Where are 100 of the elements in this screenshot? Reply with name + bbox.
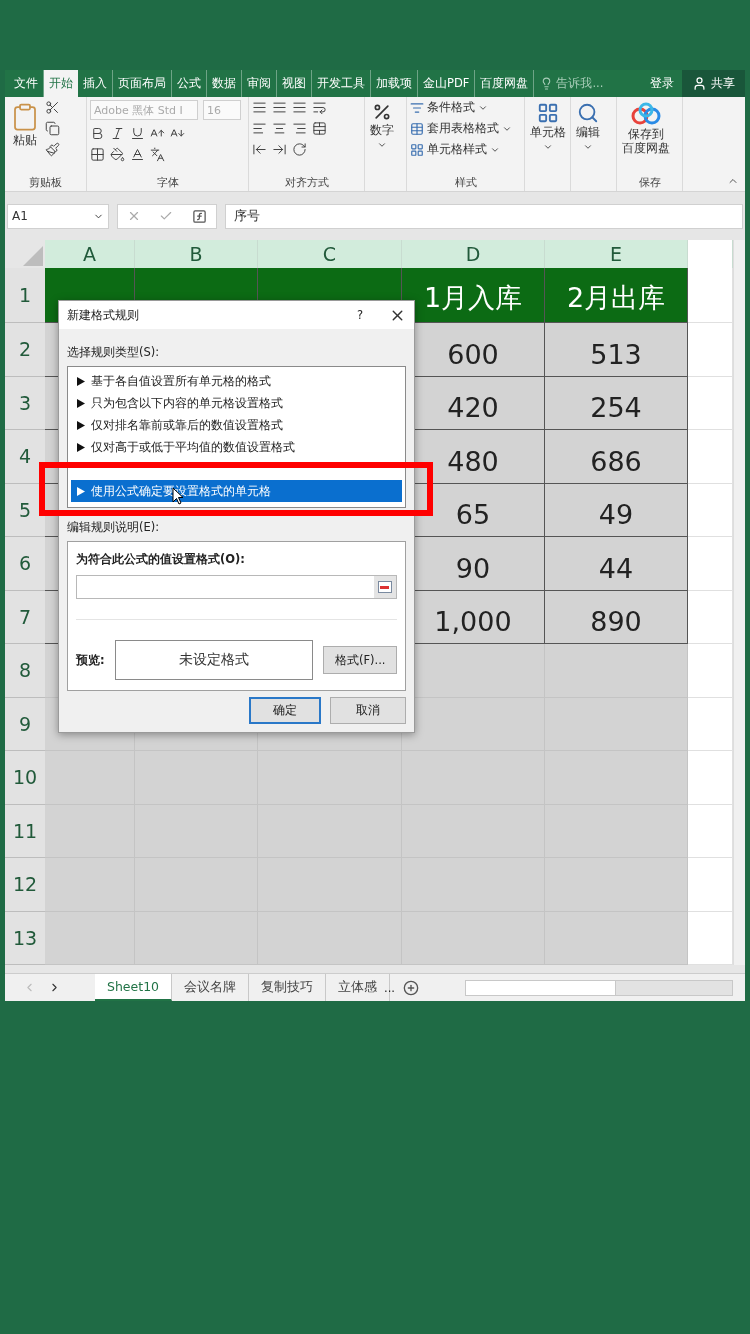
italic-icon[interactable]: [110, 126, 125, 141]
table-cell: [688, 911, 733, 965]
align-left-icon[interactable]: [252, 121, 267, 136]
align-bottom-icon[interactable]: [292, 100, 307, 115]
share-button[interactable]: 共享: [682, 70, 745, 97]
filter-icon: [410, 100, 424, 115]
row-header[interactable]: 2: [5, 323, 45, 377]
row-header[interactable]: 4: [5, 430, 45, 484]
table-cell: 49: [545, 483, 688, 537]
format-button[interactable]: 格式(F)...: [323, 646, 397, 674]
name-box[interactable]: A1: [7, 203, 109, 229]
row-header[interactable]: 6: [5, 537, 45, 591]
sign-in-link[interactable]: 登录: [642, 70, 682, 97]
insert-function-icon[interactable]: [191, 208, 207, 224]
triangle-icon: [77, 420, 85, 430]
style-menu-button[interactable]: 套用表格格式: [410, 121, 512, 136]
wrap-text-icon[interactable]: [312, 100, 327, 115]
align-top-icon[interactable]: [252, 100, 267, 115]
underline-icon[interactable]: [130, 126, 145, 141]
decrease-indent-icon[interactable]: [252, 142, 267, 157]
copy-icon[interactable]: [45, 121, 60, 136]
group-label: 样式: [453, 175, 478, 191]
table-cell: [688, 376, 733, 430]
select-all-icon: [23, 246, 43, 266]
column-header[interactable]: C: [258, 240, 402, 268]
tell-me-search[interactable]: 告诉我...: [534, 70, 610, 97]
sheet-tab[interactable]: Sheet10: [95, 974, 173, 1001]
table-cell: [688, 483, 733, 537]
rule-type-item[interactable]: 仅对排名靠前或靠后的数值设置格式: [71, 414, 402, 437]
font-color-icon[interactable]: [130, 147, 145, 162]
range-picker-icon: [378, 581, 392, 593]
style-menu-button[interactable]: 单元格样式: [410, 142, 512, 157]
table-cell: 2月出库: [545, 268, 688, 323]
column-header[interactable]: D: [402, 240, 545, 268]
table-cell: 686: [545, 430, 688, 484]
style-menu-button[interactable]: 条件格式: [410, 100, 512, 115]
row-header[interactable]: 1: [5, 268, 45, 323]
paste-button[interactable]: 粘贴: [8, 100, 42, 150]
table-cell: [688, 430, 733, 484]
table-cell: [688, 590, 733, 644]
rule-type-item[interactable]: 基于各自值设置所有单元格的格式: [71, 370, 402, 393]
group-label: 剪贴板: [28, 175, 63, 191]
column-header[interactable]: B: [135, 240, 258, 268]
phonetic-icon[interactable]: [150, 147, 165, 162]
fill-color-icon[interactable]: [110, 147, 125, 162]
rule-type-item[interactable]: 只为包含以下内容的单元格设置格式: [71, 392, 402, 415]
preview-label: 预览:: [76, 652, 105, 668]
increase-indent-icon[interactable]: [272, 142, 287, 157]
row-header[interactable]: 9: [5, 697, 45, 751]
sheet-tab[interactable]: 复制技巧: [249, 974, 327, 1001]
row-header[interactable]: 8: [5, 644, 45, 698]
row-header[interactable]: 3: [5, 376, 45, 430]
table-cell: [688, 751, 733, 805]
group-label: 字体: [155, 175, 180, 191]
format-painter-icon[interactable]: [45, 142, 60, 157]
sheet-tab[interactable]: 会议名牌: [172, 974, 250, 1001]
triangle-icon: [77, 398, 85, 408]
formula-input[interactable]: [76, 575, 397, 599]
table-cell: [688, 268, 733, 323]
column-header[interactable]: E: [545, 240, 688, 268]
row-header[interactable]: 12: [5, 858, 45, 912]
ribbon-tab[interactable]: 开始: [44, 70, 78, 97]
percent-icon: [372, 102, 392, 122]
rule-type-item[interactable]: 仅对高于或低于平均值的数值设置格式: [71, 436, 402, 459]
table-cell: [688, 858, 733, 912]
vertical-scrollbar[interactable]: [733, 240, 745, 965]
grid-icon: [410, 142, 424, 157]
orientation-icon[interactable]: [292, 142, 307, 157]
horizontal-scrollbar[interactable]: [465, 979, 733, 996]
cut-icon[interactable]: [45, 100, 60, 115]
cloud-logo-icon: [630, 102, 662, 126]
save-to-cloud-button[interactable]: 保存到 百度网盘: [620, 100, 672, 158]
table-cell: [688, 537, 733, 591]
cancel-button[interactable]: 取消: [330, 697, 406, 724]
group-label: 对齐方式: [283, 175, 330, 191]
border-icon[interactable]: [90, 147, 105, 162]
column-header[interactable]: A: [45, 240, 135, 268]
row-header[interactable]: 11: [5, 804, 45, 858]
align-center-icon[interactable]: [272, 121, 287, 136]
grid-icon: [537, 102, 559, 124]
align-right-icon[interactable]: [292, 121, 307, 136]
rule-description-label: 编辑规则说明(E):: [67, 520, 161, 535]
table-cell: 254: [545, 376, 688, 430]
bold-icon[interactable]: [90, 126, 105, 141]
help-button[interactable]: ?: [356, 308, 363, 323]
formula-field[interactable]: 序号: [225, 203, 743, 229]
row-header[interactable]: 7: [5, 590, 45, 644]
align-middle-icon[interactable]: [272, 100, 287, 115]
editing-button[interactable]: 编辑: [574, 100, 602, 154]
cells-button[interactable]: 单元格: [528, 100, 568, 154]
table-cell: 513: [545, 323, 688, 377]
row-header[interactable]: 13: [5, 911, 45, 965]
table-cell: 890: [545, 590, 688, 644]
row-header[interactable]: 10: [5, 751, 45, 805]
number-format-button[interactable]: 数字: [368, 100, 396, 152]
add-sheet-icon[interactable]: [403, 979, 419, 996]
ok-button[interactable]: 确定: [249, 697, 321, 724]
group-label: 保存: [637, 175, 662, 191]
merge-icon[interactable]: [312, 121, 327, 136]
table-icon: [410, 121, 424, 136]
